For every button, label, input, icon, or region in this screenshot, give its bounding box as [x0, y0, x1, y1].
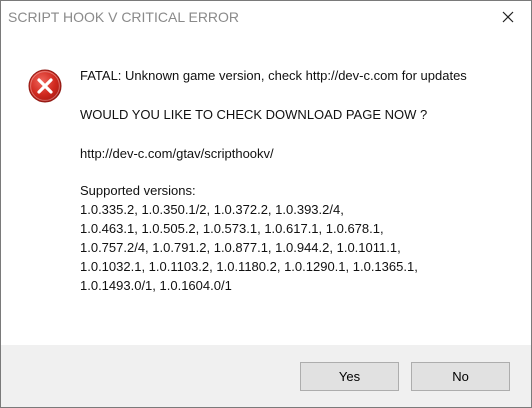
question-message: WOULD YOU LIKE TO CHECK DOWNLOAD PAGE NO…: [80, 107, 428, 122]
supported-versions-line: 1.0.335.2, 1.0.350.1/2, 1.0.372.2, 1.0.3…: [80, 202, 344, 217]
button-bar: Yes No: [1, 345, 531, 407]
download-url: http://dev-c.com/gtav/scripthookv/: [80, 146, 274, 161]
error-x-icon: [28, 69, 62, 103]
supported-versions-line: 1.0.1493.0/1, 1.0.1604.0/1: [80, 278, 232, 293]
no-button[interactable]: No: [411, 362, 510, 391]
error-dialog: SCRIPT HOOK V CRITICAL ERROR FATAL: Unkn…: [0, 0, 532, 408]
title-bar: SCRIPT HOOK V CRITICAL ERROR: [1, 1, 531, 33]
yes-button[interactable]: Yes: [300, 362, 399, 391]
close-button[interactable]: [485, 1, 531, 33]
supported-versions-line: 1.0.463.1, 1.0.505.2, 1.0.573.1, 1.0.617…: [80, 221, 384, 236]
supported-versions-header: Supported versions:: [80, 183, 196, 198]
supported-versions-line: 1.0.1032.1, 1.0.1103.2, 1.0.1180.2, 1.0.…: [80, 259, 418, 274]
close-icon: [502, 11, 514, 23]
fatal-message: FATAL: Unknown game version, check http:…: [80, 68, 467, 83]
supported-versions-line: 1.0.757.2/4, 1.0.791.2, 1.0.877.1, 1.0.9…: [80, 240, 401, 255]
message-area: FATAL: Unknown game version, check http:…: [1, 33, 531, 345]
window-title: SCRIPT HOOK V CRITICAL ERROR: [8, 9, 240, 25]
